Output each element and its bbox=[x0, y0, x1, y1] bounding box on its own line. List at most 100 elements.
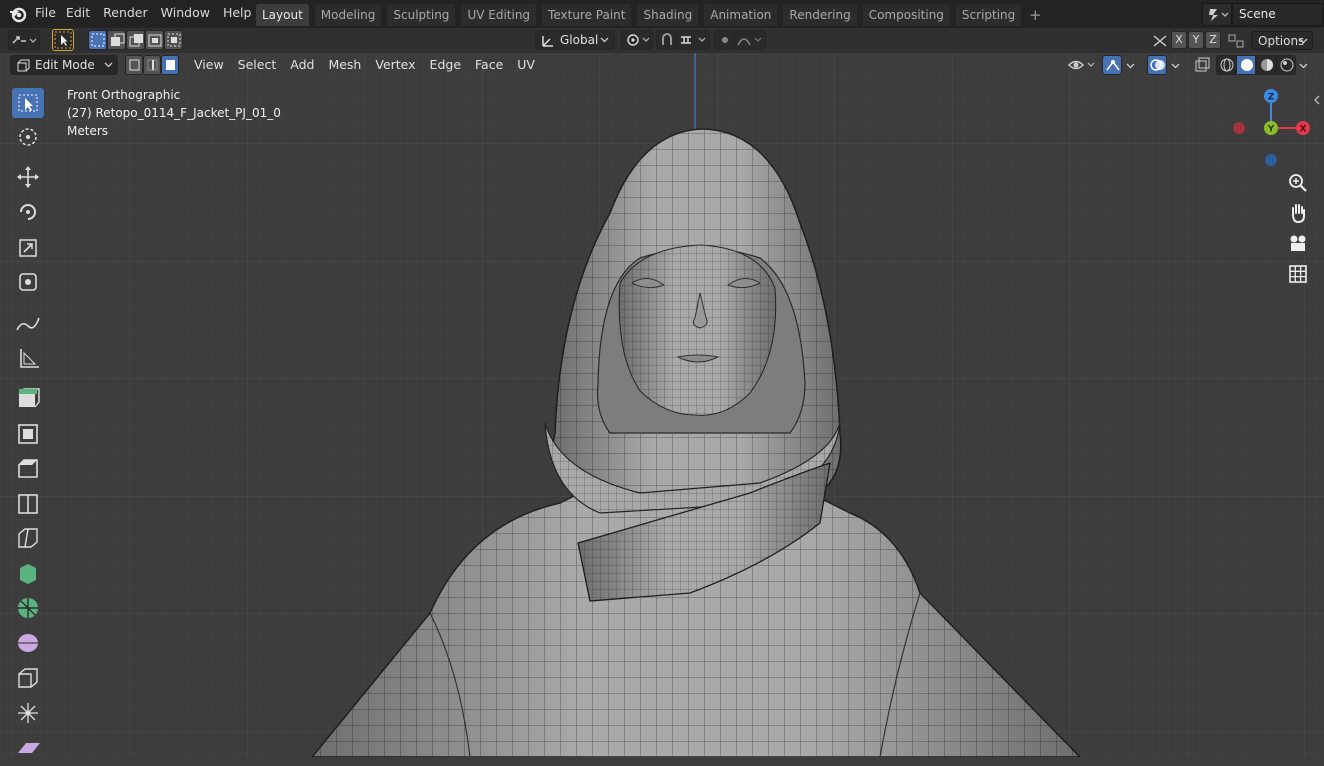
edge-select-icon[interactable] bbox=[143, 55, 161, 75]
scene-name-field[interactable]: Scene bbox=[1232, 3, 1324, 26]
transform-orientation-dropdown[interactable]: Global bbox=[535, 30, 615, 50]
select-mode-extend-icon[interactable] bbox=[107, 30, 126, 50]
top-bar: File Edit Render Window Help Layout Modeling… bbox=[0, 0, 1324, 28]
active-object-name: (27) Retopo_0114_F_Jacket_PJ_01_0 bbox=[67, 106, 281, 120]
mirror-y-toggle[interactable]: Y bbox=[1188, 31, 1204, 49]
tool-shrink-fatten[interactable] bbox=[12, 698, 44, 728]
tool-spin[interactable] bbox=[12, 593, 44, 623]
falloff-icon[interactable] bbox=[734, 30, 766, 50]
zoom-icon[interactable] bbox=[1285, 170, 1311, 196]
tab-animation[interactable]: Animation bbox=[704, 4, 778, 26]
mode-label: Edit Mode bbox=[35, 58, 95, 72]
face-select-icon[interactable] bbox=[161, 55, 179, 75]
tool-extrude[interactable] bbox=[12, 383, 44, 413]
menu-uv[interactable]: UV bbox=[511, 56, 541, 74]
tab-layout[interactable]: Layout bbox=[256, 4, 309, 26]
tool-move[interactable] bbox=[12, 162, 44, 192]
menu-file[interactable]: File bbox=[30, 0, 61, 26]
select-mode-intersect-icon[interactable] bbox=[164, 30, 183, 50]
snap-toggle-icon[interactable] bbox=[656, 30, 676, 50]
tool-select-box[interactable] bbox=[12, 88, 44, 118]
mirror-z-toggle[interactable]: Z bbox=[1205, 31, 1221, 49]
tool-knife[interactable] bbox=[12, 523, 44, 553]
tool-edge-slide[interactable] bbox=[12, 663, 44, 693]
tab-scripting[interactable]: Scripting bbox=[955, 4, 1022, 26]
tool-scale[interactable] bbox=[12, 232, 44, 262]
editor-type-icon[interactable] bbox=[8, 30, 40, 50]
pivot-point-icon[interactable] bbox=[621, 30, 653, 50]
navigation-gizmo[interactable]: Z Y X bbox=[1232, 88, 1312, 168]
menu-view[interactable]: View bbox=[188, 56, 230, 74]
xray-toggle-icon[interactable] bbox=[1192, 55, 1212, 75]
tool-shear[interactable] bbox=[12, 733, 44, 763]
overlays-toggle-icon[interactable] bbox=[1147, 55, 1167, 75]
menu-window[interactable]: Window bbox=[153, 0, 215, 26]
sidebar-toggle-icon[interactable] bbox=[1312, 94, 1322, 106]
tool-settings-header: Global X Y Z bbox=[0, 28, 1324, 53]
tab-uv-editing[interactable]: UV Editing bbox=[461, 4, 537, 26]
camera-view-icon[interactable] bbox=[1285, 231, 1311, 257]
neg-z-axis-handle[interactable] bbox=[1265, 154, 1277, 166]
tool-rotate[interactable] bbox=[12, 197, 44, 227]
tool-inset[interactable] bbox=[12, 418, 44, 448]
active-tool-icon[interactable] bbox=[52, 29, 74, 51]
proportional-edit-icon[interactable] bbox=[714, 30, 734, 50]
tab-sculpting[interactable]: Sculpting bbox=[387, 4, 456, 26]
snap-target-icon[interactable] bbox=[676, 30, 710, 50]
menu-help[interactable]: Help bbox=[215, 0, 257, 26]
menu-vertex[interactable]: Vertex bbox=[369, 56, 421, 74]
ortho-grid-icon[interactable] bbox=[1285, 261, 1311, 287]
tool-bevel[interactable] bbox=[12, 453, 44, 483]
mode-dropdown[interactable]: Edit Mode bbox=[10, 55, 118, 75]
shading-solid-icon[interactable] bbox=[1236, 55, 1256, 75]
tool-cursor[interactable] bbox=[12, 122, 44, 152]
visibility-eye-icon[interactable] bbox=[1066, 55, 1098, 75]
select-mode-new-icon[interactable] bbox=[88, 30, 107, 50]
shading-rendered-icon[interactable] bbox=[1276, 55, 1296, 75]
options-dropdown[interactable]: Options bbox=[1251, 31, 1313, 50]
blender-logo-icon[interactable] bbox=[9, 5, 27, 23]
options-label: Options bbox=[1258, 34, 1305, 48]
tool-poly-build[interactable] bbox=[12, 558, 44, 588]
orientation-label: Global bbox=[560, 33, 599, 47]
topology-mirror-icon[interactable] bbox=[1226, 32, 1246, 50]
tool-measure[interactable] bbox=[12, 343, 44, 373]
select-mode-invert-icon[interactable] bbox=[145, 30, 164, 50]
select-mode-subtract-icon[interactable] bbox=[126, 30, 145, 50]
pan-hand-icon[interactable] bbox=[1285, 200, 1311, 226]
shading-dropdown-icon[interactable] bbox=[1297, 55, 1311, 75]
gizmo-dropdown-icon[interactable] bbox=[1124, 55, 1138, 75]
shading-wireframe-icon[interactable] bbox=[1216, 55, 1236, 75]
scene-selector: Scene bbox=[1202, 3, 1324, 26]
menu-edit[interactable]: Edit bbox=[61, 0, 95, 26]
gizmo-toggle-icon[interactable] bbox=[1102, 55, 1122, 75]
menu-face[interactable]: Face bbox=[469, 56, 509, 74]
neg-x-axis-handle[interactable] bbox=[1233, 122, 1245, 134]
menu-mesh[interactable]: Mesh bbox=[322, 56, 367, 74]
scene-icon[interactable] bbox=[1202, 3, 1232, 26]
workspace-tabs: Layout Modeling Sculpting UV Editing Tex… bbox=[256, 4, 1043, 26]
overlays-dropdown-icon[interactable] bbox=[1169, 55, 1183, 75]
shading-material-icon[interactable] bbox=[1256, 55, 1276, 75]
tab-rendering[interactable]: Rendering bbox=[783, 4, 857, 26]
menu-select[interactable]: Select bbox=[232, 56, 283, 74]
vertex-select-icon[interactable] bbox=[125, 55, 143, 75]
tool-loop-cut[interactable] bbox=[12, 488, 44, 518]
tab-texture-paint[interactable]: Texture Paint bbox=[542, 4, 632, 26]
mirror-x-toggle[interactable]: X bbox=[1171, 31, 1187, 49]
tab-shading[interactable]: Shading bbox=[637, 4, 699, 26]
transform-affect-icon[interactable] bbox=[1150, 32, 1170, 50]
tab-modeling[interactable]: Modeling bbox=[314, 4, 382, 26]
tool-annotate[interactable] bbox=[12, 308, 44, 338]
menu-render[interactable]: Render bbox=[95, 0, 153, 26]
add-workspace-icon[interactable]: + bbox=[1027, 7, 1043, 23]
viewport-menu: View Select Add Mesh Vertex Edge Face UV bbox=[188, 56, 543, 74]
tab-compositing[interactable]: Compositing bbox=[862, 4, 950, 26]
main-menu: File Edit Render Window Help bbox=[30, 0, 256, 28]
unit-system: Meters bbox=[67, 124, 109, 138]
tool-transform[interactable] bbox=[12, 267, 44, 297]
menu-add[interactable]: Add bbox=[284, 56, 320, 74]
3d-viewport[interactable] bbox=[0, 53, 1324, 757]
menu-edge[interactable]: Edge bbox=[424, 56, 467, 74]
tool-smooth[interactable] bbox=[12, 628, 44, 658]
